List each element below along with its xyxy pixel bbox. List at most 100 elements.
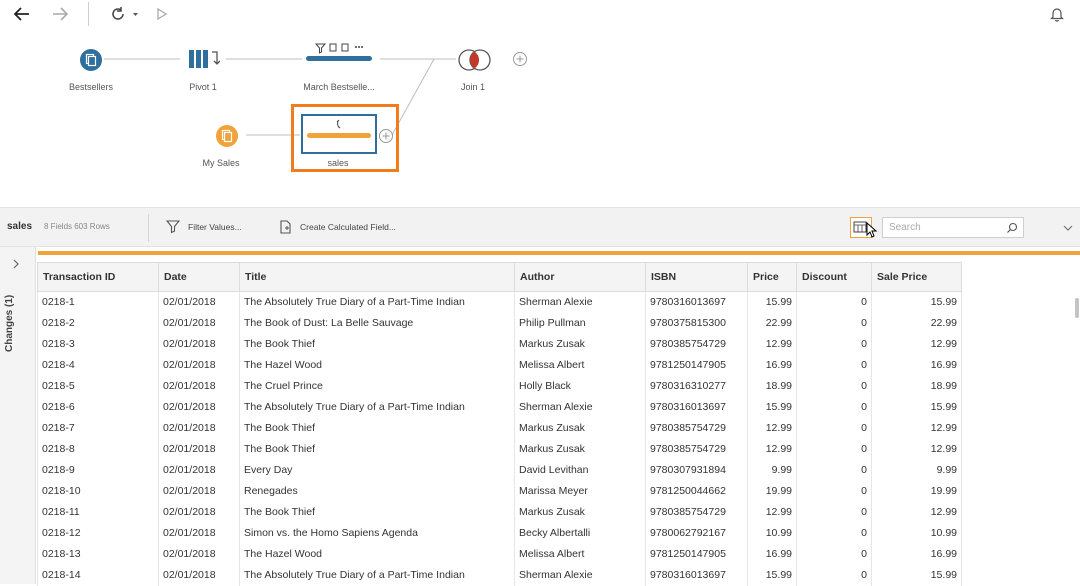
cell-title[interactable]: Every Day <box>239 459 515 481</box>
table-row[interactable]: 0218-8 02/01/2018 The Book Thief Markus … <box>37 438 962 460</box>
cell-date[interactable]: 02/01/2018 <box>158 333 240 355</box>
cell-price[interactable]: 16.99 <box>747 543 797 565</box>
cell-price[interactable]: 16.99 <box>747 354 797 376</box>
cell-price[interactable]: 22.99 <box>747 312 797 334</box>
cell-sale-price[interactable]: 12.99 <box>871 417 962 439</box>
cell-transaction-id[interactable]: 0218-12 <box>37 522 159 544</box>
cell-title[interactable]: The Hazel Wood <box>239 354 515 376</box>
cell-price[interactable]: 12.99 <box>747 333 797 355</box>
create-calculated-field-button[interactable]: Create Calculated Field... <box>279 220 396 234</box>
cell-isbn[interactable]: 9781250147905 <box>645 354 748 376</box>
cell-title[interactable]: The Absolutely True Diary of a Part-Time… <box>239 564 515 586</box>
cell-date[interactable]: 02/01/2018 <box>158 522 240 544</box>
chevron-right-icon[interactable] <box>12 259 20 272</box>
flow-node-bestsellers[interactable] <box>78 47 104 73</box>
table-row[interactable]: 0218-12 02/01/2018 Simon vs. the Homo Sa… <box>37 522 962 544</box>
cell-isbn[interactable]: 9780385754729 <box>645 417 748 439</box>
cell-discount[interactable]: 0 <box>796 375 872 397</box>
cell-price[interactable]: 12.99 <box>747 417 797 439</box>
cell-price[interactable]: 19.99 <box>747 480 797 502</box>
cell-sale-price[interactable]: 12.99 <box>871 333 962 355</box>
vertical-scrollbar[interactable] <box>1075 298 1079 318</box>
cell-transaction-id[interactable]: 0218-9 <box>37 459 159 481</box>
cell-transaction-id[interactable]: 0218-8 <box>37 438 159 460</box>
table-row[interactable]: 0218-10 02/01/2018 Renegades Marissa Mey… <box>37 480 962 502</box>
search-field[interactable] <box>882 217 1024 238</box>
cell-title[interactable]: The Book Thief <box>239 417 515 439</box>
cell-sale-price[interactable]: 16.99 <box>871 543 962 565</box>
cell-author[interactable]: Becky Albertalli <box>514 522 646 544</box>
cell-price[interactable]: 15.99 <box>747 564 797 586</box>
cell-sale-price[interactable]: 9.99 <box>871 459 962 481</box>
table-row[interactable]: 0218-1 02/01/2018 The Absolutely True Di… <box>37 291 962 313</box>
cell-transaction-id[interactable]: 0218-6 <box>37 396 159 418</box>
cell-discount[interactable]: 0 <box>796 564 872 586</box>
add-step-icon[interactable] <box>512 51 528 67</box>
cell-transaction-id[interactable]: 0218-1 <box>37 291 159 313</box>
cell-isbn[interactable]: 9781250044662 <box>645 480 748 502</box>
cell-date[interactable]: 02/01/2018 <box>158 543 240 565</box>
cell-author[interactable]: Melissa Albert <box>514 354 646 376</box>
cell-price[interactable]: 9.99 <box>747 459 797 481</box>
cell-sale-price[interactable]: 15.99 <box>871 564 962 586</box>
cell-author[interactable]: Sherman Alexie <box>514 396 646 418</box>
cell-author[interactable]: Melissa Albert <box>514 543 646 565</box>
cell-transaction-id[interactable]: 0218-14 <box>37 564 159 586</box>
cell-discount[interactable]: 0 <box>796 312 872 334</box>
cell-isbn[interactable]: 9781250147905 <box>645 543 748 565</box>
cell-price[interactable]: 15.99 <box>747 396 797 418</box>
back-icon[interactable] <box>10 3 34 25</box>
cell-date[interactable]: 02/01/2018 <box>158 291 240 313</box>
cell-transaction-id[interactable]: 0218-13 <box>37 543 159 565</box>
cell-author[interactable]: Sherman Alexie <box>514 564 646 586</box>
cell-sale-price[interactable]: 10.99 <box>871 522 962 544</box>
cell-date[interactable]: 02/01/2018 <box>158 417 240 439</box>
changes-pane[interactable]: Changes (1) <box>0 247 36 584</box>
cell-date[interactable]: 02/01/2018 <box>158 312 240 334</box>
table-row[interactable]: 0218-4 02/01/2018 The Hazel Wood Melissa… <box>37 354 962 376</box>
cell-transaction-id[interactable]: 0218-3 <box>37 333 159 355</box>
cell-title[interactable]: The Cruel Prince <box>239 375 515 397</box>
flow-node-my-sales[interactable] <box>214 123 240 149</box>
cell-sale-price[interactable]: 18.99 <box>871 375 962 397</box>
run-icon[interactable] <box>152 3 172 25</box>
table-row[interactable]: 0218-9 02/01/2018 Every Day David Levith… <box>37 459 962 481</box>
forward-icon[interactable] <box>48 3 72 25</box>
cell-author[interactable]: Markus Zusak <box>514 438 646 460</box>
cell-isbn[interactable]: 9780316013697 <box>645 564 748 586</box>
cell-title[interactable]: Simon vs. the Homo Sapiens Agenda <box>239 522 515 544</box>
add-step-icon[interactable] <box>378 128 394 144</box>
flow-node-join[interactable] <box>457 47 493 73</box>
cell-discount[interactable]: 0 <box>796 291 872 313</box>
cell-discount[interactable]: 0 <box>796 333 872 355</box>
cell-date[interactable]: 02/01/2018 <box>158 438 240 460</box>
cell-discount[interactable]: 0 <box>796 354 872 376</box>
cell-sale-price[interactable]: 19.99 <box>871 480 962 502</box>
refresh-icon[interactable] <box>108 3 140 25</box>
column-header-sale-price[interactable]: Sale Price <box>871 262 962 292</box>
cell-transaction-id[interactable]: 0218-2 <box>37 312 159 334</box>
cell-transaction-id[interactable]: 0218-7 <box>37 417 159 439</box>
cell-title[interactable]: Renegades <box>239 480 515 502</box>
cell-isbn[interactable]: 9780385754729 <box>645 333 748 355</box>
cell-discount[interactable]: 0 <box>796 396 872 418</box>
column-header-author[interactable]: Author <box>514 262 646 292</box>
cell-date[interactable]: 02/01/2018 <box>158 396 240 418</box>
column-header-date[interactable]: Date <box>158 262 240 292</box>
cell-isbn[interactable]: 9780385754729 <box>645 501 748 523</box>
cell-isbn[interactable]: 9780316310277 <box>645 375 748 397</box>
cell-title[interactable]: The Absolutely True Diary of a Part-Time… <box>239 396 515 418</box>
cell-isbn[interactable]: 9780385754729 <box>645 438 748 460</box>
cell-author[interactable]: David Levithan <box>514 459 646 481</box>
cell-discount[interactable]: 0 <box>796 438 872 460</box>
cell-isbn[interactable]: 9780316013697 <box>645 396 748 418</box>
cell-date[interactable]: 02/01/2018 <box>158 501 240 523</box>
table-row[interactable]: 0218-3 02/01/2018 The Book Thief Markus … <box>37 333 962 355</box>
cell-price[interactable]: 18.99 <box>747 375 797 397</box>
column-header-title[interactable]: Title <box>239 262 515 292</box>
cell-title[interactable]: The Book Thief <box>239 333 515 355</box>
cell-transaction-id[interactable]: 0218-11 <box>37 501 159 523</box>
table-row[interactable]: 0218-14 02/01/2018 The Absolutely True D… <box>37 564 962 586</box>
table-row[interactable]: 0218-5 02/01/2018 The Cruel Prince Holly… <box>37 375 962 397</box>
cell-author[interactable]: Marissa Meyer <box>514 480 646 502</box>
